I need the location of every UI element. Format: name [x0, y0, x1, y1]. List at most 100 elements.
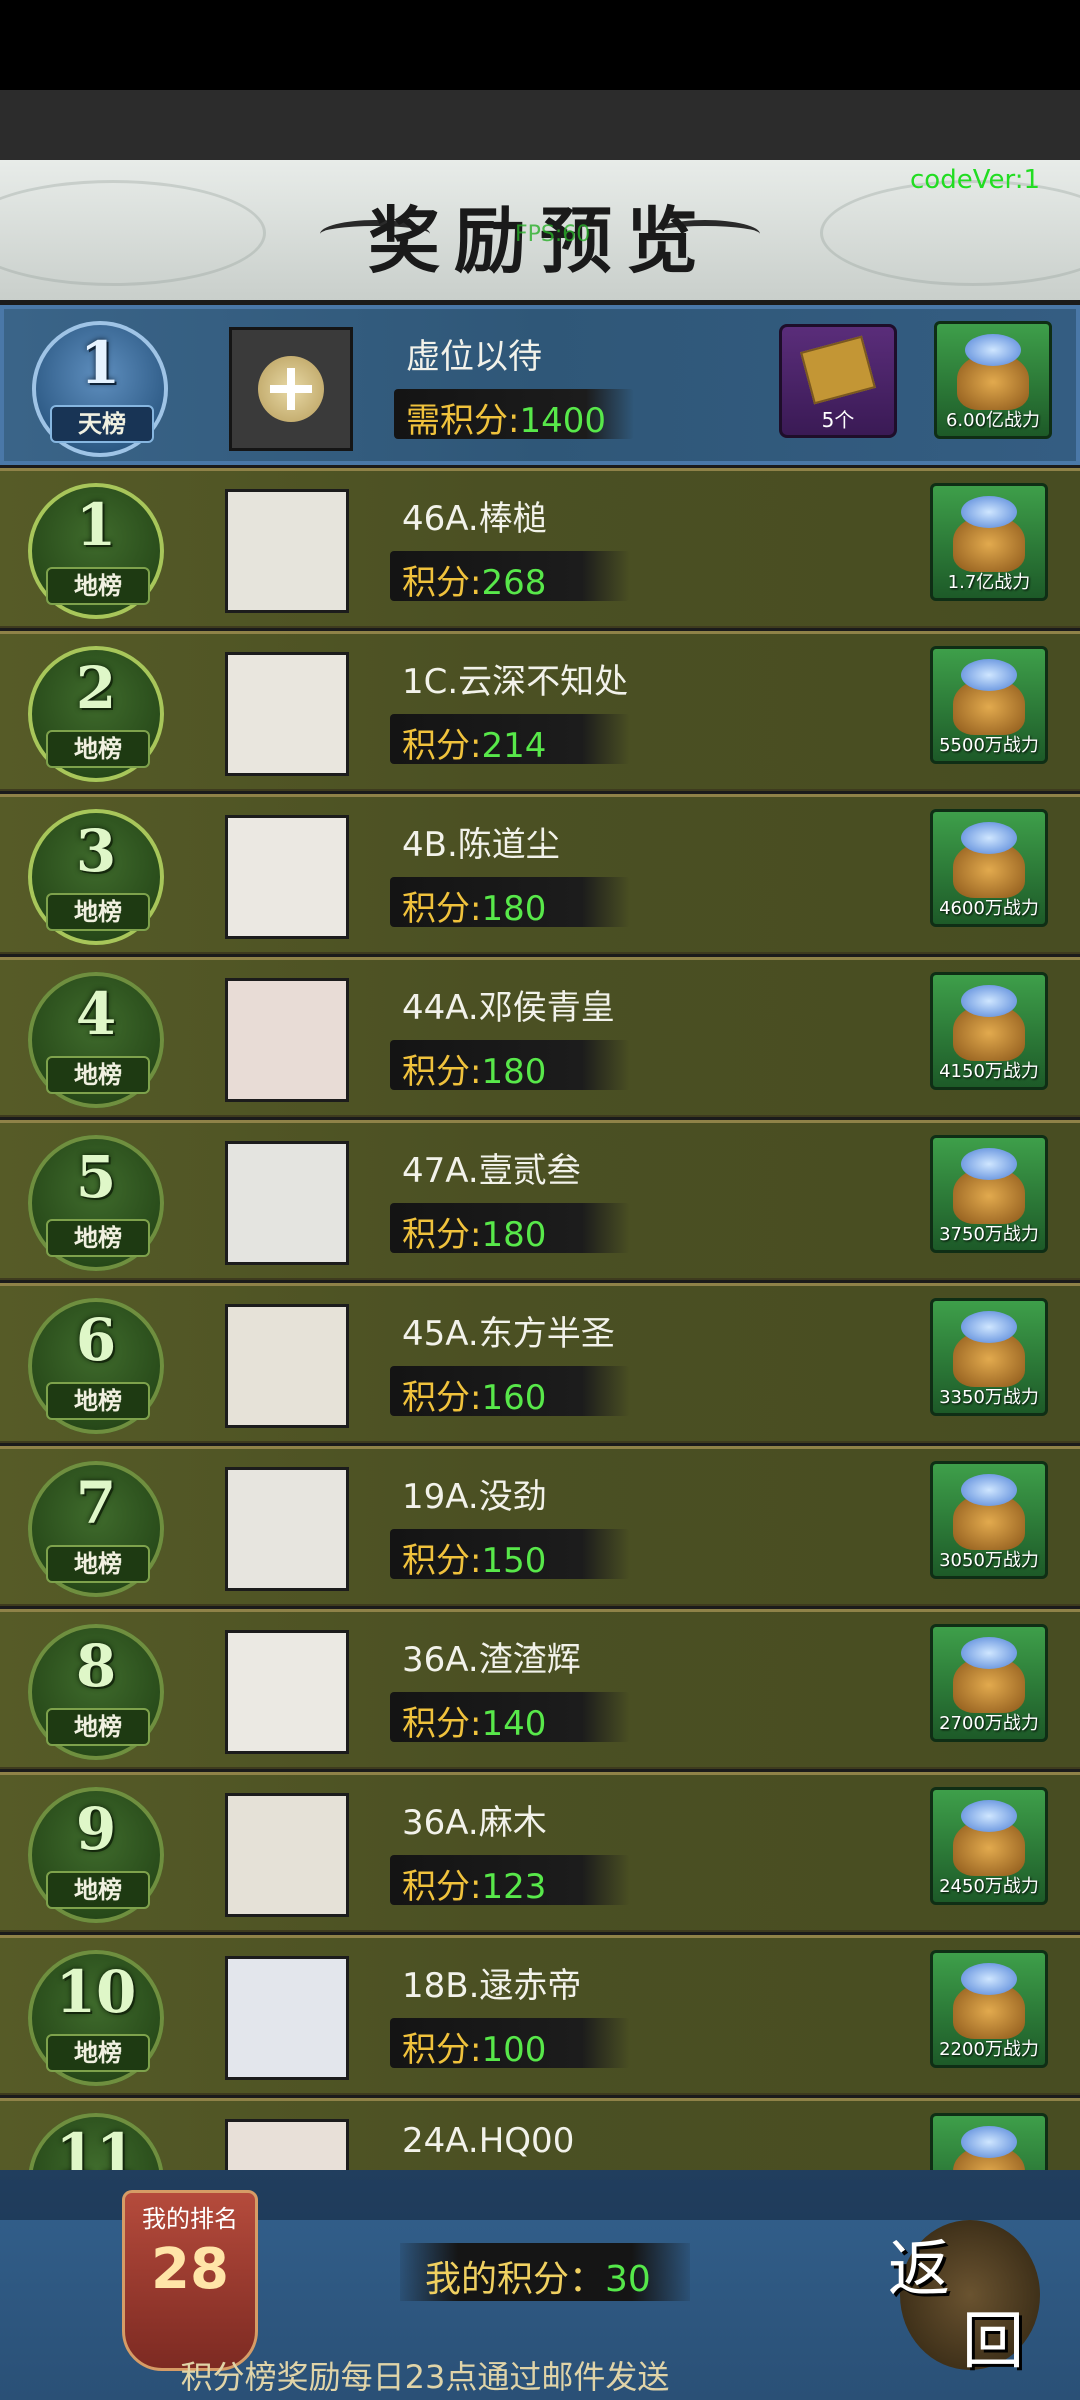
power-reward-item[interactable]: 2200万战力 — [930, 1950, 1048, 2068]
score-label: 积分: — [402, 726, 482, 766]
rank-number: 9 — [75, 1795, 117, 1863]
score-text: 积分:100 — [402, 2022, 546, 2071]
my-score-label: 我的积分： — [425, 2259, 606, 2300]
token-reward-item[interactable]: 5个 — [779, 324, 897, 438]
power-reward-item[interactable]: 3750万战力 — [930, 1135, 1048, 1253]
player-avatar[interactable] — [225, 489, 349, 613]
plus-icon — [258, 356, 324, 422]
power-reward-item[interactable]: 2700万战力 — [930, 1624, 1048, 1742]
leaderboard-row[interactable]: 8 地榜 36A.渣渣辉 积分:140 2700万战力 — [0, 1609, 1080, 1769]
player-name: 47A.壹贰叁 — [402, 1151, 581, 1191]
score-label: 积分: — [402, 1541, 482, 1581]
power-reward-item[interactable]: 4150万战力 — [930, 972, 1048, 1090]
power-value: 3750万战力 — [939, 1224, 1039, 1245]
gem-icon — [961, 1637, 1017, 1669]
rank-tier-label: 地榜 — [46, 1219, 150, 1257]
top-strip — [0, 90, 1080, 160]
rank-tier-label: 地榜 — [46, 1708, 150, 1746]
rank-number: 6 — [75, 1306, 117, 1374]
leaderboard-row[interactable]: 7 地榜 19A.没劲 积分:150 3050万战力 — [0, 1446, 1080, 1606]
leaderboard-row[interactable]: 10 地榜 18B.逯赤帝 积分:100 2200万战力 — [0, 1935, 1080, 2095]
leaderboard-list[interactable]: 1 天榜 虚位以待 需积分:1400 5个 6.00亿战力 1 地榜 46A.棒槌积… — [0, 305, 1080, 2205]
player-name: 19A.没劲 — [402, 1477, 547, 1517]
header-banner: 奖励预览 codeVer:1 FPS:60 — [0, 160, 1080, 300]
leaderboard-row[interactable]: 9 地榜 36A.麻木 积分:123 2450万战力 — [0, 1772, 1080, 1932]
leaderboard-row[interactable]: 1 地榜 46A.棒槌 积分:268 1.7亿战力 — [0, 468, 1080, 628]
empty-slot-avatar[interactable] — [229, 327, 353, 451]
rank-badge: 1 天榜 — [32, 321, 168, 457]
reward-tip: 积分榜奖励每日23点通过邮件发送 — [0, 2352, 1080, 2398]
back-char-2: 回 — [962, 2304, 1025, 2377]
rank-tier-label: 地榜 — [46, 893, 150, 931]
back-char-1: 返 — [888, 2232, 951, 2305]
my-rank-label: 我的排名 — [142, 2205, 238, 2233]
status-bar — [0, 0, 1080, 90]
power-value: 3350万战力 — [939, 1387, 1039, 1408]
rank-number: 10 — [55, 1958, 137, 2026]
player-avatar[interactable] — [225, 652, 349, 776]
player-avatar[interactable] — [225, 1956, 349, 2080]
score-label: 积分: — [402, 1867, 482, 1907]
power-reward-item[interactable]: 3350万战力 — [930, 1298, 1048, 1416]
score-value: 150 — [481, 1541, 547, 1581]
score-value: 1400 — [519, 401, 606, 441]
player-name: 1C.云深不知处 — [402, 662, 629, 702]
score-label: 需积分: — [406, 401, 520, 441]
score-label: 积分: — [402, 1215, 482, 1255]
power-reward-item[interactable]: 2450万战力 — [930, 1787, 1048, 1905]
player-avatar[interactable] — [225, 815, 349, 939]
player-avatar[interactable] — [225, 1793, 349, 1917]
rank-badge: 4 地榜 — [28, 972, 164, 1108]
score-value: 268 — [481, 563, 547, 603]
player-avatar[interactable] — [225, 1141, 349, 1265]
player-name: 24A.HQ00 — [402, 2121, 575, 2161]
score-label: 积分: — [402, 1378, 482, 1418]
power-value: 1.7亿战力 — [947, 572, 1031, 593]
player-name: 36A.渣渣辉 — [402, 1640, 581, 1680]
score-text: 需积分:1400 — [406, 393, 606, 442]
leaderboard-row[interactable]: 3 地榜 4B.陈道尘 积分:180 4600万战力 — [0, 794, 1080, 954]
leaderboard-row[interactable]: 2 地榜 1C.云深不知处 积分:214 5500万战力 — [0, 631, 1080, 791]
rank-tier-label: 地榜 — [46, 1545, 150, 1583]
gem-icon — [961, 1800, 1017, 1832]
my-rank-badge: 我的排名 28 — [122, 2190, 258, 2371]
score-text: 积分:214 — [402, 718, 546, 767]
player-avatar[interactable] — [225, 1630, 349, 1754]
player-name: 36A.麻木 — [402, 1803, 547, 1843]
power-reward-item[interactable]: 3050万战力 — [930, 1461, 1048, 1579]
my-rank-value: 28 — [151, 2237, 229, 2302]
rank-number: 2 — [75, 654, 117, 722]
leaderboard-row[interactable]: 4 地榜 44A.邓侯青皇积分:180 4150万战力 — [0, 957, 1080, 1117]
player-avatar[interactable] — [225, 978, 349, 1102]
score-text: 积分:180 — [402, 881, 546, 930]
tian-rank-row[interactable]: 1 天榜 虚位以待 需积分:1400 5个 6.00亿战力 — [0, 305, 1080, 465]
gem-icon — [965, 334, 1021, 366]
player-name: 44A.邓侯青皇 — [402, 988, 615, 1028]
player-avatar[interactable] — [225, 1304, 349, 1428]
leaderboard-row[interactable]: 5 地榜 47A.壹贰叁 积分:180 3750万战力 — [0, 1120, 1080, 1280]
rank-badge: 1 地榜 — [28, 483, 164, 619]
power-reward-item[interactable]: 6.00亿战力 — [934, 321, 1052, 439]
rank-number: 8 — [75, 1632, 117, 1700]
score-value: 160 — [481, 1378, 547, 1418]
power-value: 4150万战力 — [939, 1061, 1039, 1082]
gem-icon — [961, 1148, 1017, 1180]
player-name: 45A.东方半圣 — [402, 1314, 615, 1354]
score-value: 180 — [481, 1052, 547, 1092]
rank-number: 1 — [75, 491, 117, 559]
fps-counter: FPS:60 — [515, 222, 591, 247]
leaderboard-row[interactable]: 6 地榜 45A.东方半圣 积分:160 3350万战力 — [0, 1283, 1080, 1443]
score-text: 积分:180 — [402, 1044, 546, 1093]
score-value: 214 — [481, 726, 547, 766]
player-avatar[interactable] — [225, 1467, 349, 1591]
rank-badge: 8 地榜 — [28, 1624, 164, 1760]
power-reward-item[interactable]: 1.7亿战力 — [930, 483, 1048, 601]
power-reward-item[interactable]: 4600万战力 — [930, 809, 1048, 927]
score-text: 积分:123 — [402, 1859, 546, 1908]
rank-tier-label: 地榜 — [46, 2034, 150, 2072]
back-button[interactable]: 返 回 — [888, 2220, 1040, 2377]
score-label: 积分: — [402, 2030, 482, 2070]
power-reward-item[interactable]: 5500万战力 — [930, 646, 1048, 764]
rank-tier-label: 天榜 — [50, 405, 154, 443]
power-value: 3050万战力 — [939, 1550, 1039, 1571]
